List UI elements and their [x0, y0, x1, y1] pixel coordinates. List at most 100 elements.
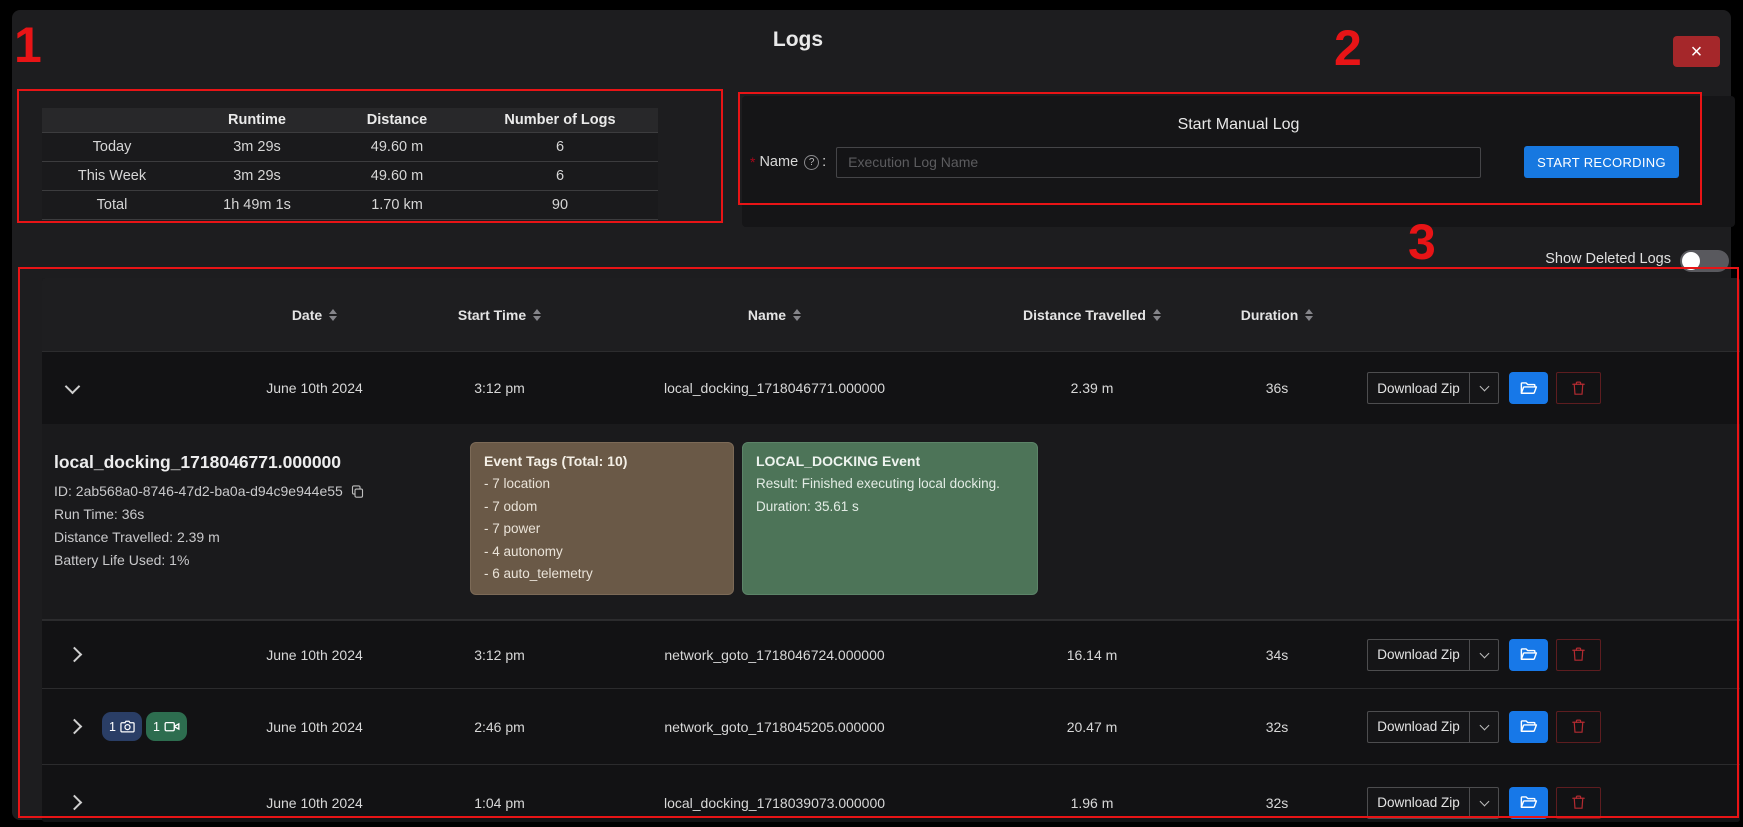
logs-table-header: Date Start Time Name Distance Travelled … [42, 278, 1740, 352]
stats-row-week: This Week 3m 29s 49.60 m 6 [42, 162, 658, 191]
column-header-distance[interactable]: Distance Travelled [997, 307, 1187, 323]
start-recording-button[interactable]: START RECORDING [1524, 146, 1679, 178]
logs-table: Date Start Time Name Distance Travelled … [42, 278, 1740, 822]
stats-row-today: Today 3m 29s 49.60 m 6 [42, 133, 658, 162]
stats-value: 49.60 m [332, 139, 462, 155]
event-tag-item: - 7 location [484, 473, 720, 496]
folder-open-icon [1519, 645, 1538, 664]
download-zip-label: Download Zip [1368, 795, 1469, 810]
stats-row-total: Total 1h 49m 1s 1.70 km 90 [42, 191, 658, 220]
expand-chevron-icon[interactable] [66, 647, 82, 663]
log-date: June 10th 2024 [182, 380, 447, 396]
event-result: Result: Finished executing local docking… [756, 473, 1024, 496]
log-date: June 10th 2024 [182, 647, 447, 663]
execution-log-name-input[interactable] [836, 147, 1481, 178]
detail-id: ID: 2ab568a0-8746-47d2-ba0a-d94c9e944e55 [54, 480, 343, 503]
expanded-log-detail: local_docking_1718046771.000000 ID: 2ab5… [42, 424, 1740, 620]
label-colon: : [822, 154, 826, 170]
column-label: Start Time [458, 307, 526, 323]
log-duration: 36s [1187, 380, 1367, 396]
event-tag-item: - 6 auto_telemetry [484, 563, 720, 586]
download-options-dropdown[interactable] [1469, 712, 1498, 742]
log-duration: 32s [1187, 719, 1367, 735]
start-manual-log-panel: Start Manual Log * Name ? : START RECORD… [742, 96, 1735, 227]
stats-value: 3m 29s [182, 139, 332, 155]
column-header-name[interactable]: Name [552, 307, 997, 323]
detail-distance: Distance Travelled: 2.39 m [54, 526, 365, 549]
video-camera-icon [164, 720, 180, 733]
help-icon[interactable]: ? [804, 155, 819, 170]
stats-col-numlogs: Number of Logs [462, 112, 658, 128]
name-field-label: Name [759, 154, 798, 170]
column-label: Duration [1241, 307, 1299, 323]
delete-log-button[interactable] [1556, 787, 1601, 819]
collapse-chevron-icon[interactable] [64, 378, 80, 394]
open-folder-button[interactable] [1509, 787, 1548, 819]
download-options-dropdown[interactable] [1469, 373, 1498, 403]
download-zip-label: Download Zip [1368, 381, 1469, 396]
open-folder-button[interactable] [1509, 711, 1548, 743]
log-row: June 10th 2024 1:04 pm local_docking_171… [42, 764, 1740, 822]
required-asterisk: * [750, 154, 755, 170]
trash-icon [1570, 718, 1587, 735]
stats-summary-table: Runtime Distance Number of Logs Today 3m… [42, 108, 658, 220]
delete-log-button[interactable] [1556, 639, 1601, 671]
stats-col-distance: Distance [332, 112, 462, 128]
trash-icon [1570, 380, 1587, 397]
event-card-title: LOCAL_DOCKING Event [756, 453, 1024, 469]
log-start-time: 3:12 pm [447, 380, 552, 396]
log-start-time: 1:04 pm [447, 795, 552, 811]
log-distance: 20.47 m [997, 719, 1187, 735]
event-duration: Duration: 35.61 s [756, 496, 1024, 519]
show-deleted-logs-toggle[interactable] [1680, 250, 1729, 272]
expand-chevron-icon[interactable] [66, 795, 82, 811]
camera-count-badge: 1 [102, 712, 142, 741]
stats-label: Total [42, 197, 182, 213]
open-folder-button[interactable] [1509, 639, 1548, 671]
local-docking-event-card: LOCAL_DOCKING Event Result: Finished exe… [742, 442, 1038, 595]
stats-value: 1.70 km [332, 197, 462, 213]
download-options-dropdown[interactable] [1469, 788, 1498, 818]
column-header-start-time[interactable]: Start Time [447, 307, 552, 323]
page-title: Logs [718, 28, 878, 52]
log-name: network_goto_1718046724.000000 [552, 647, 997, 663]
event-tag-item: - 4 autonomy [484, 541, 720, 564]
stats-value: 6 [462, 139, 658, 155]
download-zip-button[interactable]: Download Zip [1367, 372, 1499, 404]
stats-header-row: Runtime Distance Number of Logs [42, 108, 658, 133]
video-count-badge: 1 [146, 712, 187, 741]
stats-value: 1h 49m 1s [182, 197, 332, 213]
event-tag-item: - 7 odom [484, 496, 720, 519]
close-button[interactable]: × [1673, 36, 1720, 67]
log-duration: 34s [1187, 647, 1367, 663]
delete-log-button[interactable] [1556, 372, 1601, 404]
log-distance: 1.96 m [997, 795, 1187, 811]
column-label: Date [292, 307, 322, 323]
download-zip-button[interactable]: Download Zip [1367, 787, 1499, 819]
stats-label: This Week [42, 168, 182, 184]
log-duration: 32s [1187, 795, 1367, 811]
log-distance: 2.39 m [997, 380, 1187, 396]
delete-log-button[interactable] [1556, 711, 1601, 743]
folder-open-icon [1519, 793, 1538, 812]
open-folder-button[interactable] [1509, 372, 1548, 404]
column-header-date[interactable]: Date [182, 307, 447, 323]
column-header-duration[interactable]: Duration [1187, 307, 1367, 323]
log-distance: 16.14 m [997, 647, 1187, 663]
logs-modal-screen: Logs × Runtime Distance Number of Logs T… [0, 0, 1743, 827]
trash-icon [1570, 646, 1587, 663]
sort-icon [793, 309, 801, 321]
log-start-time: 3:12 pm [447, 647, 552, 663]
sort-icon [329, 309, 337, 321]
expand-chevron-icon[interactable] [66, 719, 82, 735]
trash-icon [1570, 794, 1587, 811]
download-options-dropdown[interactable] [1469, 640, 1498, 670]
copy-id-icon[interactable] [350, 484, 365, 499]
log-start-time: 2:46 pm [447, 719, 552, 735]
download-zip-button[interactable]: Download Zip [1367, 639, 1499, 671]
event-tags-card: Event Tags (Total: 10) - 7 location - 7 … [470, 442, 734, 595]
log-row: June 10th 2024 3:12 pm local_docking_171… [42, 352, 1740, 424]
sort-icon [1153, 309, 1161, 321]
download-zip-button[interactable]: Download Zip [1367, 711, 1499, 743]
video-count: 1 [153, 720, 160, 734]
